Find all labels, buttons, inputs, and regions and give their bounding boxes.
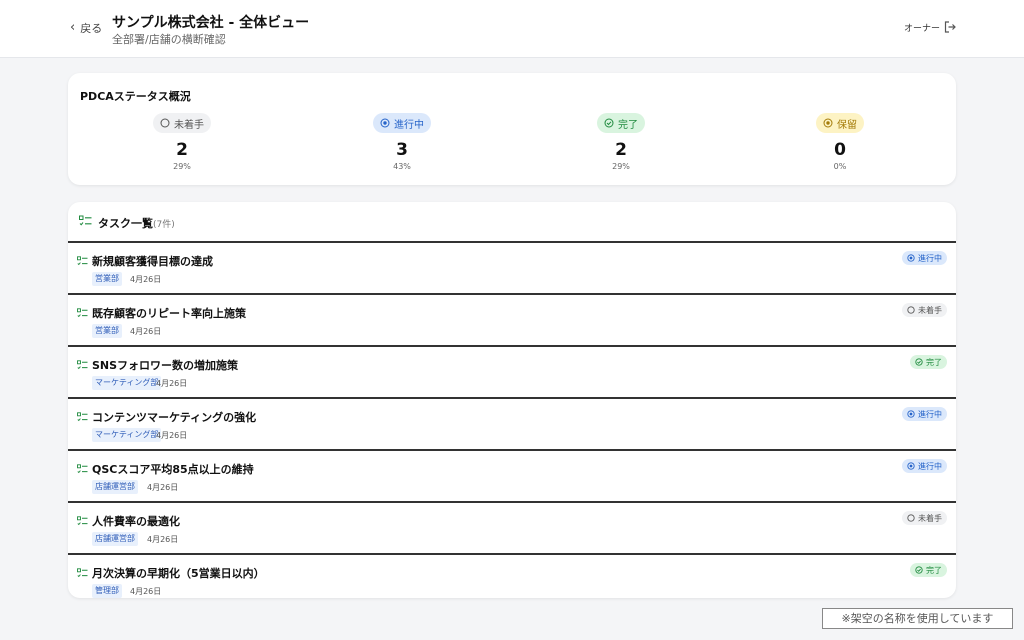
stat-percent: 29% [173,162,191,171]
circle-icon [907,514,915,522]
stat-done: 完了 2 29% [561,113,681,171]
stat-inprogress: 進行中 3 43% [342,113,462,171]
stat-label: 未着手 [174,119,204,131]
task-list-header: タスク一覧 (7件) [68,202,956,242]
status-label: 進行中 [918,461,942,471]
task-title: コンテンツマーケティングの強化 [92,411,257,424]
checklist-icon [77,308,88,318]
circle-icon [907,306,915,314]
department-tag: 営業部 [92,272,122,286]
department-tag: 店舗運営部 [92,532,138,546]
checklist-icon [77,568,88,578]
checklist-icon [79,215,92,226]
stat-label: 進行中 [394,119,424,131]
task-date: 4月26日 [156,431,188,440]
task-date: 4月26日 [147,483,179,492]
status-badge: 完了 [910,563,947,577]
stat-count: 3 [396,140,408,160]
task-row[interactable]: コンテンツマーケティングの強化 マーケティング部 4月26日 進行中 [68,397,956,449]
chevron-left-icon: ‹ [70,20,76,35]
task-row[interactable]: 新規顧客獲得目標の達成 営業部 4月26日 進行中 [68,241,956,293]
checklist-icon [77,464,88,474]
target-icon [907,462,915,470]
target-icon [380,118,390,128]
task-title: SNSフォロワー数の増加施策 [92,359,239,372]
task-list-card: タスク一覧 (7件) 新規顧客獲得目標の達成 営業部 4月26日 進行中 既存顧… [68,202,956,598]
stat-count: 2 [615,140,627,160]
top-header: ‹ 戻る サンプル株式会社 - 全体ビュー 全部署/店舗の横断確認 オーナー [0,0,1024,58]
stat-percent: 43% [393,162,411,171]
status-chip-notstarted: 未着手 [153,113,211,133]
department-tag: 店舗運営部 [92,480,138,494]
task-list: 新規顧客獲得目標の達成 営業部 4月26日 進行中 既存顧客のリピート率向上施策… [68,241,956,598]
task-row[interactable]: 人件費率の最適化 店舗運営部 4月26日 未着手 [68,501,956,553]
status-overview-card: PDCAステータス概況 未着手 2 29% 進行中 3 43% 完了 2 29%… [68,73,956,185]
task-date: 4月26日 [130,587,162,596]
task-list-title: タスク一覧 [98,217,153,230]
status-label: 未着手 [918,305,942,315]
logout-icon[interactable] [943,20,957,34]
status-label: 進行中 [918,409,942,419]
task-row[interactable]: 月次決算の早期化（5営業日以内） 管理部 4月26日 完了 [68,553,956,598]
stat-label: 保留 [837,119,857,131]
department-tag: 営業部 [92,324,122,338]
status-label: 完了 [926,357,942,367]
stat-notstarted: 未着手 2 29% [122,113,242,171]
back-label: 戻る [80,22,103,35]
task-date: 4月26日 [156,379,188,388]
check-circle-icon [915,358,923,366]
task-title: 人件費率の最適化 [92,515,180,528]
user-role-label: オーナー [904,24,941,34]
stat-label: 完了 [618,119,638,131]
task-date: 4月26日 [130,275,162,284]
status-label: 進行中 [918,253,942,263]
stat-percent: 0% [833,162,847,171]
pause-circle-icon [823,118,833,128]
task-date: 4月26日 [130,327,162,336]
page-title: サンプル株式会社 - 全体ビュー [112,15,310,31]
task-date: 4月26日 [147,535,179,544]
target-icon [907,254,915,262]
stat-count: 2 [176,140,188,160]
status-badge: 進行中 [902,407,947,421]
task-row[interactable]: SNSフォロワー数の増加施策 マーケティング部 4月26日 完了 [68,345,956,397]
checklist-icon [77,412,88,422]
status-badge: 完了 [910,355,947,369]
status-chip-inprogress: 進行中 [373,113,431,133]
status-label: 完了 [926,565,942,575]
task-row[interactable]: QSCスコア平均85点以上の維持 店舗運営部 4月26日 進行中 [68,449,956,501]
stat-hold: 保留 0 0% [780,113,900,171]
task-title: 新規顧客獲得目標の達成 [92,255,213,268]
department-tag: マーケティング部 [92,428,162,442]
target-icon [907,410,915,418]
page-subtitle: 全部署/店舗の横断確認 [112,33,226,46]
status-badge: 未着手 [902,511,947,525]
task-row[interactable]: 既存顧客のリピート率向上施策 営業部 4月26日 未着手 [68,293,956,345]
circle-icon [160,118,170,128]
status-badge: 進行中 [902,251,947,265]
department-tag: マーケティング部 [92,376,162,390]
status-chip-done: 完了 [597,113,645,133]
back-button[interactable]: ‹ 戻る [70,20,102,36]
checklist-icon [77,360,88,370]
task-title: 月次決算の早期化（5営業日以内） [92,567,265,580]
stat-percent: 29% [612,162,630,171]
status-badge: 進行中 [902,459,947,473]
checklist-icon [77,256,88,266]
status-chip-hold: 保留 [816,113,864,133]
status-label: 未着手 [918,513,942,523]
status-badge: 未着手 [902,303,947,317]
check-circle-icon [915,566,923,574]
stat-count: 0 [834,140,846,160]
fictional-names-notice: ※架空の名称を使用しています [822,608,1013,629]
task-count: (7件) [153,220,175,230]
task-title: 既存顧客のリピート率向上施策 [92,307,246,320]
department-tag: 管理部 [92,584,122,598]
check-circle-icon [604,118,614,128]
checklist-icon [77,516,88,526]
task-title: QSCスコア平均85点以上の維持 [92,463,254,476]
status-overview-title: PDCAステータス概況 [80,90,191,103]
